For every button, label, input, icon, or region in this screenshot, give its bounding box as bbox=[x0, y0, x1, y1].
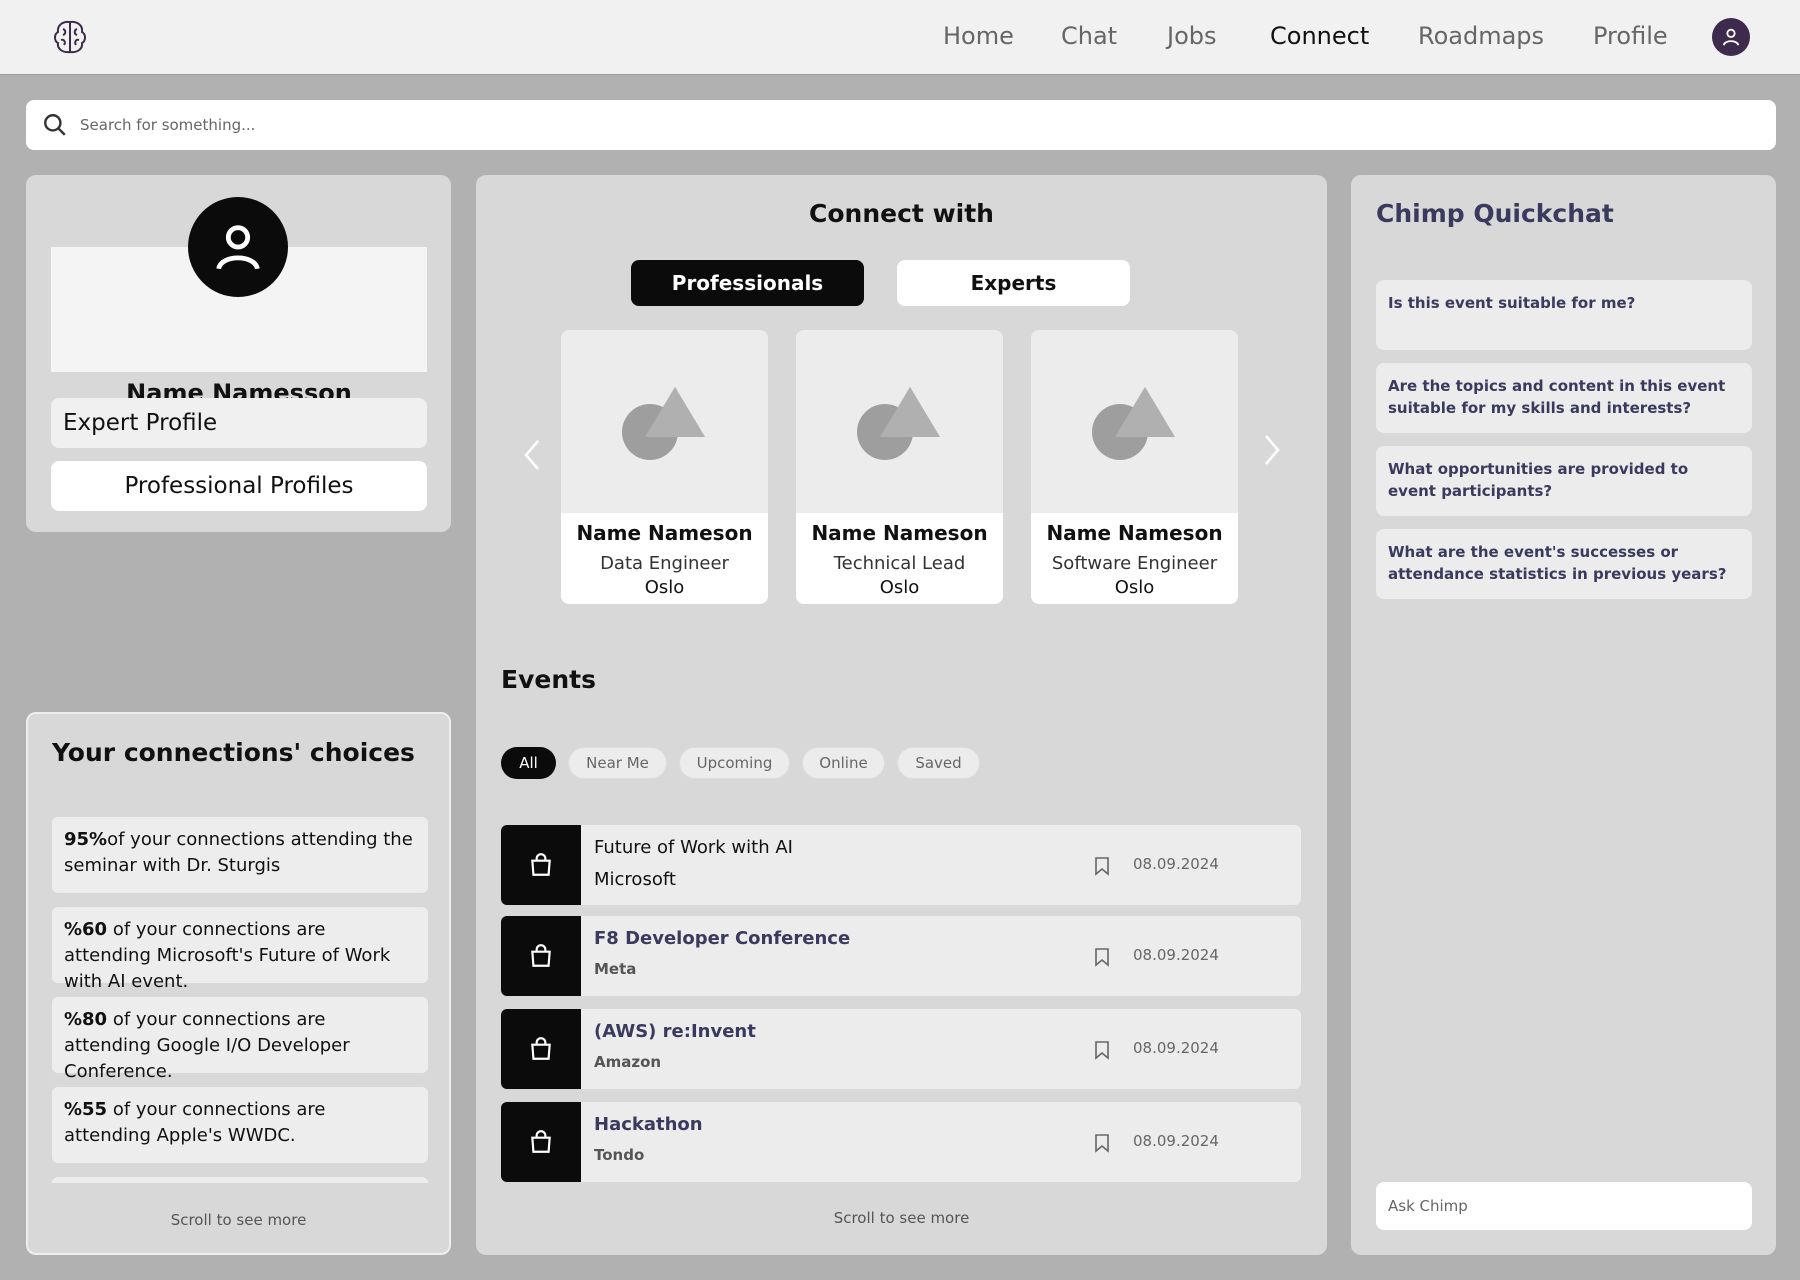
suggested-question[interactable]: What are the event's successes or attend… bbox=[1376, 529, 1752, 599]
nav-roadmaps[interactable]: Roadmaps bbox=[1418, 22, 1544, 50]
event-title: F8 Developer Conference bbox=[594, 928, 851, 949]
scroll-hint: Scroll to see more bbox=[170, 1211, 307, 1229]
search-input[interactable] bbox=[80, 116, 1680, 134]
professional-profiles-button[interactable]: Professional Profiles bbox=[51, 461, 427, 511]
filter-online[interactable]: Online bbox=[802, 747, 885, 779]
event-title: Hackathon bbox=[594, 1114, 703, 1135]
event-date: 08.09.2024 bbox=[1133, 946, 1219, 964]
list-item-partial bbox=[52, 1177, 428, 1183]
shopping-bag-icon bbox=[501, 825, 581, 905]
suggested-question[interactable]: Are the topics and content in this event… bbox=[1376, 363, 1752, 433]
brain-icon[interactable] bbox=[50, 17, 90, 57]
quickchat-panel: Chimp Quickchat Is this event suitable f… bbox=[1351, 175, 1776, 1255]
filter-near-me[interactable]: Near Me bbox=[568, 747, 667, 779]
event-row[interactable]: (AWS) re:Invent Amazon 08.09.2024 bbox=[501, 1009, 1301, 1089]
event-title: (AWS) re:Invent bbox=[594, 1021, 756, 1042]
bookmark-icon[interactable] bbox=[1093, 1133, 1111, 1153]
person-city: Oslo bbox=[879, 577, 920, 598]
chevron-left-icon[interactable] bbox=[518, 435, 548, 475]
person-card[interactable]: Name Nameson Software Engineer Oslo bbox=[1031, 330, 1238, 604]
connection-stat-percent: %80 bbox=[64, 1009, 108, 1030]
connection-stat-item: %80 of your connections are attending Go… bbox=[52, 997, 428, 1082]
suggested-question[interactable]: What opportunities are provided to event… bbox=[1376, 446, 1752, 516]
nav-jobs[interactable]: Jobs bbox=[1167, 22, 1217, 50]
profile-panel: Name Namesson Software Developer Expert … bbox=[26, 175, 451, 532]
connection-stat-text: of your connections are attending Google… bbox=[64, 1009, 350, 1082]
shopping-bag-icon bbox=[501, 1102, 581, 1182]
image-placeholder-icon bbox=[561, 330, 768, 513]
event-row[interactable]: F8 Developer Conference Meta 08.09.2024 bbox=[501, 916, 1301, 996]
scroll-hint: Scroll to see more bbox=[833, 1209, 970, 1227]
filter-saved[interactable]: Saved bbox=[897, 747, 980, 779]
event-organizer: Tondo bbox=[594, 1146, 645, 1164]
connections-panel: Your connections' choices 95%of your con… bbox=[26, 712, 451, 1255]
connection-stat-item: %60 of your connections are attending Mi… bbox=[52, 907, 428, 992]
image-placeholder-icon bbox=[796, 330, 1003, 513]
event-date: 08.09.2024 bbox=[1133, 1132, 1219, 1150]
chat-title: Chimp Quickchat bbox=[1376, 199, 1614, 228]
event-organizer: Microsoft bbox=[594, 869, 676, 890]
event-row[interactable]: Hackathon Tondo 08.09.2024 bbox=[501, 1102, 1301, 1182]
bookmark-icon[interactable] bbox=[1093, 947, 1111, 967]
events-title: Events bbox=[501, 665, 596, 694]
person-role: Data Engineer bbox=[600, 553, 729, 574]
image-placeholder-icon bbox=[1031, 330, 1238, 513]
suggested-question[interactable]: Is this event suitable for me? bbox=[1376, 280, 1752, 350]
expert-profile-button[interactable]: Expert Profile bbox=[51, 398, 427, 448]
person-name: Name Nameson bbox=[576, 521, 753, 545]
chat-input-box bbox=[1376, 1182, 1752, 1230]
connection-stat-item: %55 of your connections are attending Ap… bbox=[52, 1087, 428, 1163]
shopping-bag-icon bbox=[501, 1009, 581, 1089]
connection-stat-percent: %60 bbox=[64, 919, 108, 940]
search-icon[interactable] bbox=[42, 112, 68, 138]
person-card[interactable]: Name Nameson Data Engineer Oslo bbox=[561, 330, 768, 604]
search-bar bbox=[26, 100, 1776, 150]
bookmark-icon[interactable] bbox=[1093, 1040, 1111, 1060]
user-icon bbox=[1722, 28, 1740, 46]
user-avatar-button[interactable] bbox=[1712, 18, 1750, 56]
connect-panel: Connect with Professionals Experts Name … bbox=[476, 175, 1327, 1255]
chevron-right-icon[interactable] bbox=[1256, 430, 1286, 470]
connections-title: Your connections' choices bbox=[52, 738, 415, 767]
tab-professionals[interactable]: Professionals bbox=[631, 260, 864, 306]
event-organizer: Amazon bbox=[594, 1053, 662, 1071]
person-name: Name Nameson bbox=[811, 521, 988, 545]
event-title: Future of Work with AI bbox=[594, 837, 793, 858]
event-date: 08.09.2024 bbox=[1133, 1039, 1219, 1057]
nav-chat[interactable]: Chat bbox=[1061, 22, 1117, 50]
connection-stat-percent: 95% bbox=[64, 829, 108, 850]
ask-chimp-input[interactable] bbox=[1388, 1197, 1738, 1215]
connection-stat-text: of your connections attending the semina… bbox=[64, 829, 413, 876]
person-name: Name Nameson bbox=[1046, 521, 1223, 545]
shopping-bag-icon bbox=[501, 916, 581, 996]
nav-profile[interactable]: Profile bbox=[1593, 22, 1668, 50]
filter-upcoming[interactable]: Upcoming bbox=[679, 747, 790, 779]
event-row[interactable]: Future of Work with AI Microsoft 08.09.2… bbox=[501, 825, 1301, 905]
tab-experts[interactable]: Experts bbox=[897, 260, 1130, 306]
person-role: Software Engineer bbox=[1051, 553, 1218, 574]
connection-stat-percent: %55 bbox=[64, 1099, 108, 1120]
top-navbar: Home Chat Jobs Connect Roadmaps Profile bbox=[0, 0, 1800, 75]
connection-stat-item: 95%of your connections attending the sem… bbox=[52, 817, 428, 893]
user-icon bbox=[216, 225, 260, 270]
nav-home[interactable]: Home bbox=[943, 22, 1014, 50]
event-organizer: Meta bbox=[594, 960, 637, 978]
filter-all[interactable]: All bbox=[501, 747, 556, 779]
nav-connect[interactable]: Connect bbox=[1270, 22, 1369, 50]
person-city: Oslo bbox=[1114, 577, 1155, 598]
person-card[interactable]: Name Nameson Technical Lead Oslo bbox=[796, 330, 1003, 604]
bookmark-icon[interactable] bbox=[1093, 856, 1111, 876]
person-role: Technical Lead bbox=[833, 553, 966, 574]
person-city: Oslo bbox=[644, 577, 685, 598]
connection-stat-text: of your connections are attending Micros… bbox=[64, 919, 391, 992]
profile-avatar bbox=[188, 197, 288, 297]
event-date: 08.09.2024 bbox=[1133, 855, 1219, 873]
connect-title: Connect with bbox=[809, 199, 994, 228]
